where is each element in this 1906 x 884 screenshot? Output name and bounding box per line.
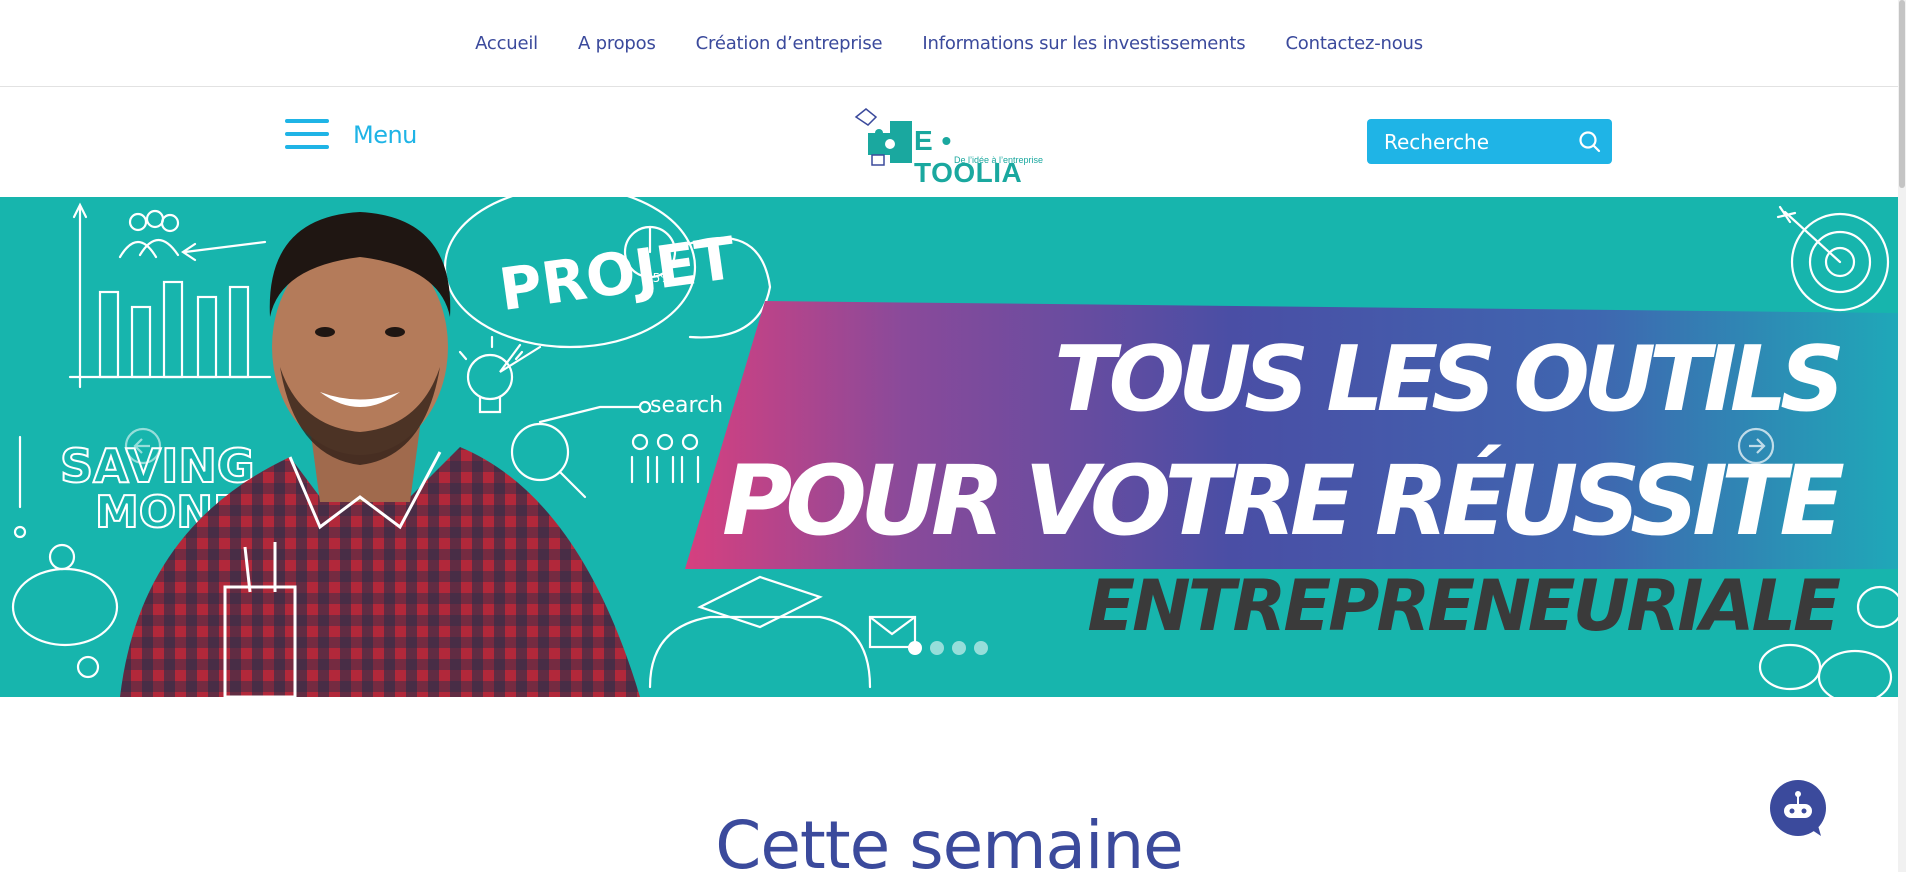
scrollbar-thumb[interactable] [1899,0,1905,188]
arrow-right-icon[interactable] [1737,427,1775,465]
site-header: Menu E • TOOLIA De l’idée à l’entreprise [0,87,1898,197]
logo-tagline: De l’idée à l’entreprise [954,155,1044,165]
nav-link-contactez-nous[interactable]: Contactez-nous [1285,33,1423,54]
nav-link-a-propos[interactable]: A propos [578,33,656,54]
hero-headline-line2: POUR VOTRE RÉUSSITE [722,445,1845,557]
hero-headline-line1: TOUS LES OUTILS [1054,327,1845,432]
menu-icon [285,119,329,151]
top-navigation: Accueil A propos Création d’entreprise I… [0,0,1898,87]
site-logo[interactable]: E • TOOLIA De l’idée à l’entreprise [854,107,1044,188]
slider-dot-4[interactable] [974,641,988,655]
search-box [1367,119,1612,164]
search-icon[interactable] [1578,130,1602,154]
menu-button[interactable]: Menu [285,119,417,151]
slider-dot-3[interactable] [952,641,966,655]
page-scrollbar[interactable] [1898,0,1906,872]
puzzle-logo-icon [854,108,912,166]
menu-label: Menu [353,121,417,149]
nav-link-accueil[interactable]: Accueil [475,33,538,54]
slider-pagination [908,641,996,655]
nav-link-creation-entreprise[interactable]: Création d’entreprise [696,33,883,54]
nav-link-informations-investissements[interactable]: Informations sur les investissements [922,33,1245,54]
slider-dot-1[interactable] [908,641,922,655]
search-input[interactable] [1382,128,1566,155]
chatbot-icon[interactable] [1769,780,1829,836]
hero-person-illustration [120,212,640,697]
arrow-left-icon[interactable] [124,427,162,465]
slider-dot-2[interactable] [930,641,944,655]
section-title: Cette semaine [715,806,1184,884]
hero-slider: PROJET 15% search SAVING MONEY TOUS LES … [0,197,1898,697]
hero-headline-line3: ENTREPRENEURIALE [1087,565,1841,647]
